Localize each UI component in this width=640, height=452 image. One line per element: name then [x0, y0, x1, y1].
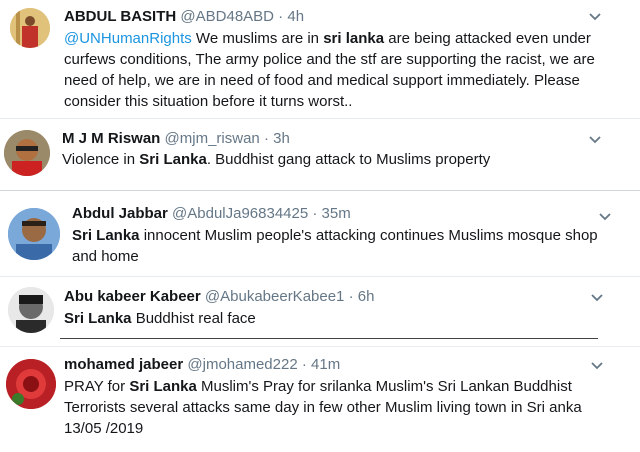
tweet-header: mohamed jabeer @jmohamed222 · 41m [64, 355, 340, 375]
chevron-down-icon[interactable] [590, 293, 604, 303]
timestamp[interactable]: 3h [273, 130, 290, 147]
tweet-header: ABDUL BASITH @ABD48ABD · 4h [64, 7, 304, 27]
display-name[interactable]: M J M Riswan [62, 130, 160, 147]
keyword: Sri Lanka [139, 151, 207, 168]
separator: · [274, 8, 288, 25]
separator: · [308, 205, 322, 222]
display-name[interactable]: Abdul Jabbar [72, 205, 168, 222]
tweet-5[interactable]: mohamed jabeer @jmohamed222 · 41m PRAY f… [0, 347, 640, 452]
timestamp[interactable]: 6h [358, 288, 375, 305]
timestamp[interactable]: 41m [311, 356, 340, 373]
tweet-text-part: Buddhist real face [131, 310, 256, 327]
avatar[interactable] [8, 208, 60, 260]
avatar[interactable] [4, 130, 50, 176]
separator: · [344, 288, 358, 305]
keyword: sri lanka [323, 30, 385, 47]
separator: · [297, 356, 312, 373]
avatar[interactable] [8, 287, 54, 333]
divider [60, 338, 598, 339]
display-name[interactable]: ABDUL BASITH [64, 8, 176, 25]
mention-link[interactable]: @UNHumanRights [64, 30, 192, 47]
handle[interactable]: @jmohamed222 [187, 356, 297, 373]
tweet-header: Abu kabeer Kabeer @AbukabeerKabee1 · 6h [64, 287, 374, 307]
chevron-down-icon[interactable] [598, 212, 612, 222]
tweet-text: Violence in Sri Lanka. Buddhist gang att… [62, 149, 602, 170]
keyword: Sri Lanka [72, 227, 140, 244]
tweet-3[interactable]: Abdul Jabbar @AbdulJa96834425 · 35m Sri … [0, 198, 640, 276]
keyword: Sri Lanka [129, 378, 197, 395]
handle[interactable]: @AbukabeerKabee1 [205, 288, 345, 305]
chevron-down-icon[interactable] [588, 135, 602, 145]
tweet-4[interactable]: Abu kabeer Kabeer @AbukabeerKabee1 · 6h … [0, 277, 640, 343]
tweet-text: PRAY for Sri Lanka Muslim's Pray for sri… [64, 376, 584, 439]
handle[interactable]: @AbdulJa96834425 [172, 205, 308, 222]
timestamp[interactable]: 4h [287, 8, 304, 25]
avatar[interactable] [10, 8, 50, 48]
divider [0, 190, 640, 191]
tweet-header: M J M Riswan @mjm_riswan · 3h [62, 129, 290, 149]
display-name[interactable]: Abu kabeer Kabeer [64, 288, 201, 305]
tweet-text-part: We muslims are in [191, 30, 324, 47]
tweet-text-part: Violence in [62, 151, 140, 168]
chevron-down-icon[interactable] [590, 361, 604, 371]
display-name[interactable]: mohamed jabeer [64, 356, 183, 373]
handle[interactable]: @ABD48ABD [180, 8, 274, 25]
handle[interactable]: @mjm_riswan [165, 130, 260, 147]
separator: · [259, 130, 274, 147]
tweet-header: Abdul Jabbar @AbdulJa96834425 · 35m [72, 204, 351, 224]
tweet-text: Sri Lanka Buddhist real face [64, 308, 604, 329]
tweet-2[interactable]: M J M Riswan @mjm_riswan · 3h Violence i… [0, 119, 640, 189]
avatar[interactable] [6, 359, 56, 409]
tweet-1[interactable]: ABDUL BASITH @ABD48ABD · 4h @UNHumanRigh… [0, 0, 640, 118]
timestamp[interactable]: 35m [322, 205, 351, 222]
tweet-text-part: PRAY for [64, 378, 130, 395]
tweet-text-part: . Buddhist gang attack to Muslims proper… [206, 151, 491, 168]
tweet-text: @UNHumanRights We muslims are in sri lan… [64, 28, 604, 112]
chevron-down-icon[interactable] [588, 12, 602, 22]
tweet-text: Sri Lanka innocent Muslim people's attac… [72, 225, 612, 267]
keyword: Sri Lanka [64, 310, 132, 327]
tweet-text-part: innocent Muslim people's attacking conti… [72, 227, 598, 265]
